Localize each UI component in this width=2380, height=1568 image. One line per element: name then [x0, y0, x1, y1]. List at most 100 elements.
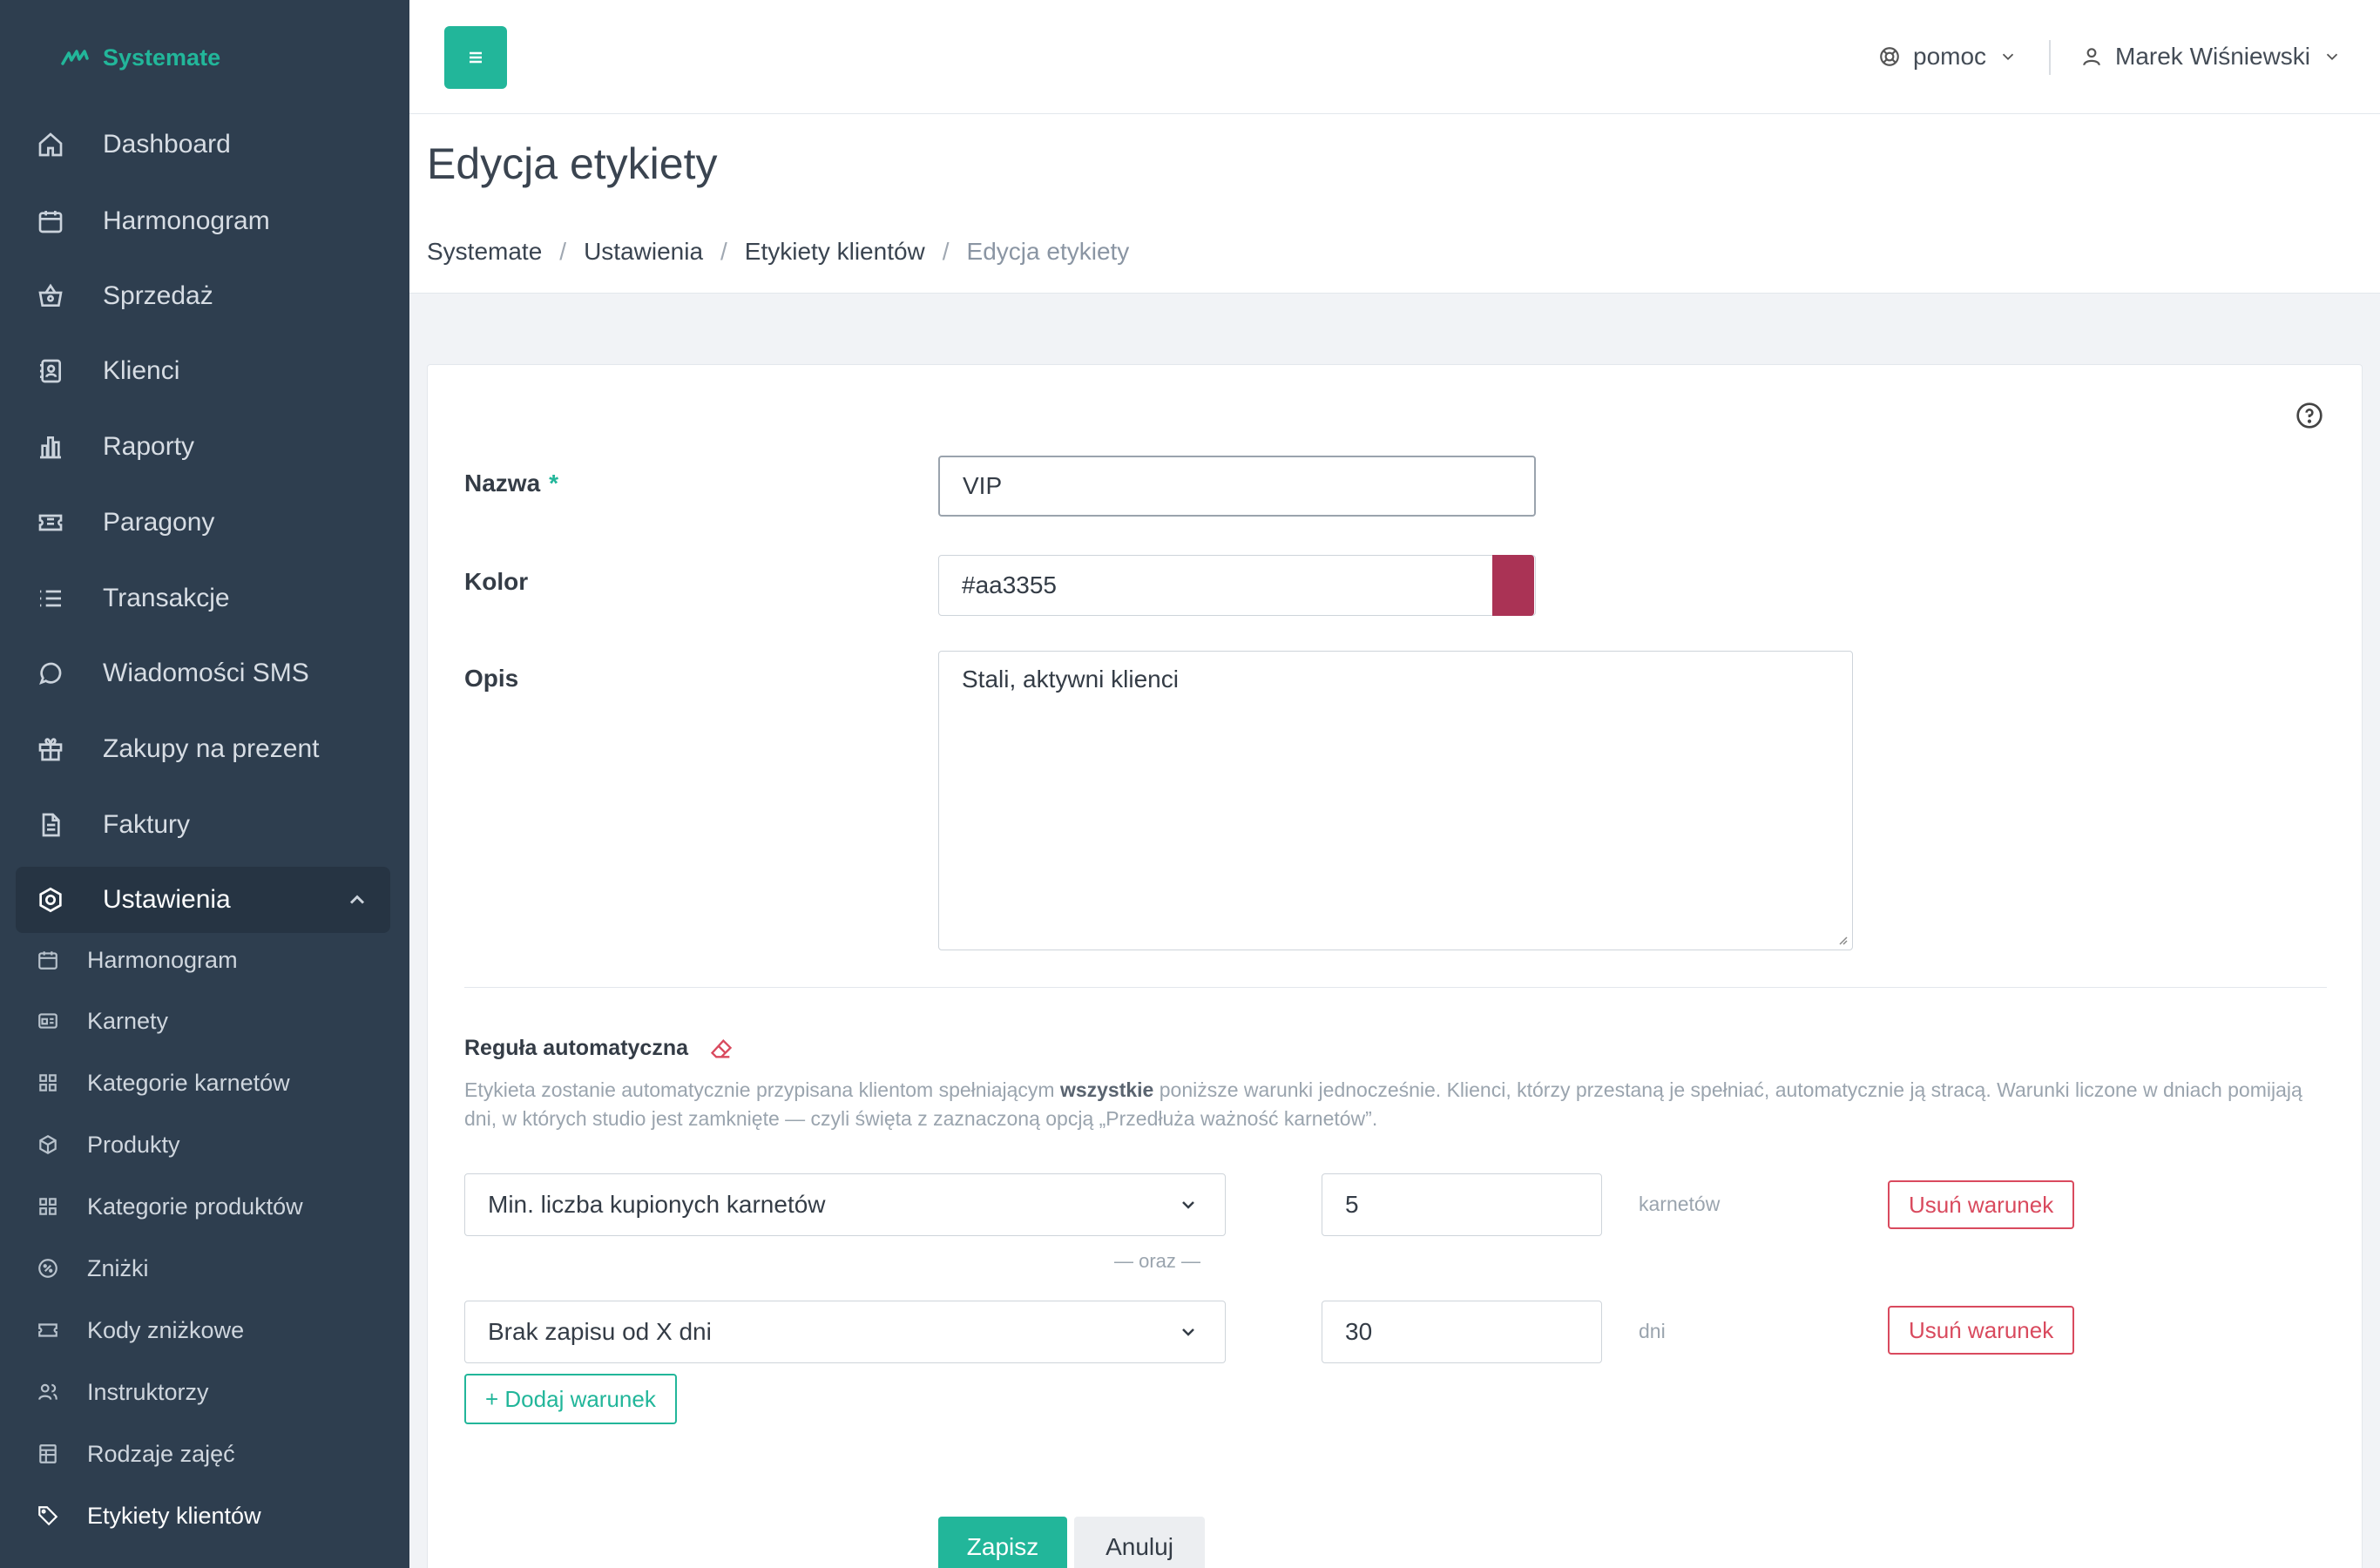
- menu-toggle-button[interactable]: [444, 26, 507, 89]
- sidebar-subitem-rodzaje-zajec[interactable]: Rodzaje zajęć: [16, 1427, 390, 1481]
- sidebar-subitem-label: Kategorie karnetów: [87, 1069, 290, 1096]
- breadcrumb-separator: /: [720, 238, 727, 265]
- page-title: Edycja etykiety: [427, 139, 718, 188]
- sidebar-subitem-label: Etykiety klientów: [87, 1502, 261, 1529]
- grid-icon: [35, 1193, 61, 1220]
- sidebar-item-ustawienia[interactable]: Ustawienia: [16, 867, 390, 933]
- sidebar-subitem-instruktorzy[interactable]: Instruktorzy: [16, 1365, 390, 1419]
- sidebar-item-label: Sprzedaż: [103, 281, 213, 310]
- brand-name: Systemate: [103, 44, 221, 71]
- desc-bold: wszystkie: [1059, 1078, 1154, 1101]
- user-icon: [2083, 48, 2100, 66]
- condition-value-input[interactable]: 5: [1322, 1173, 1602, 1236]
- bar-chart-icon: [35, 431, 66, 463]
- user-menu[interactable]: Marek Wiśniewski: [2080, 35, 2342, 78]
- description-text: Stali, aktywni klienci: [962, 666, 1179, 693]
- sidebar-item-label: Wiadomości SMS: [103, 659, 309, 687]
- grid-icon: [35, 1070, 61, 1096]
- ticket-icon: [35, 507, 66, 538]
- sidebar-item-dashboard[interactable]: Dashboard: [16, 112, 390, 178]
- chevron-down-icon: [2326, 53, 2338, 61]
- sidebar-subitem-etykiety-klientow[interactable]: Etykiety klientów: [16, 1489, 390, 1543]
- gift-icon: [35, 733, 66, 765]
- sidebar-item-label: Faktury: [103, 810, 191, 839]
- auto-rule-title: Reguła automatyczna: [464, 1036, 734, 1061]
- chevron-down-icon: [2002, 53, 2014, 61]
- sidebar-item-harmonogram[interactable]: Harmonogram: [16, 188, 390, 254]
- name-label-text: Nazwa: [464, 470, 541, 497]
- sidebar: Systemate Dashboard Harmonogram Sprzedaż…: [0, 0, 409, 1568]
- cancel-button[interactable]: Anuluj: [1074, 1517, 1205, 1568]
- card-icon: [35, 1008, 61, 1034]
- condition-type-value: Brak zapisu od X dni: [488, 1318, 712, 1345]
- percent-icon: [35, 1255, 61, 1281]
- condition-unit: dni: [1639, 1320, 1666, 1342]
- basket-icon: [35, 280, 66, 312]
- breadcrumb-item[interactable]: Etykiety klientów: [745, 238, 925, 266]
- calendar-icon: [35, 206, 66, 237]
- description-textarea[interactable]: Stali, aktywni klienci: [938, 651, 1853, 950]
- sidebar-subitem-label: Rodzaje zajęć: [87, 1440, 235, 1467]
- settings-icon: [35, 884, 66, 916]
- condition-type-select[interactable]: Min. liczba kupionych karnetów: [464, 1173, 1226, 1236]
- page-header: Edycja etykiety Systemate / Ustawienia /…: [409, 114, 2380, 294]
- question-circle-icon[interactable]: [2295, 402, 2323, 429]
- sidebar-item-label: Transakcje: [103, 584, 230, 612]
- sidebar-item-label: Zakupy na prezent: [103, 734, 320, 763]
- help-label: pomoc: [1913, 43, 1987, 70]
- remove-condition-button[interactable]: Usuń warunek: [1888, 1180, 2075, 1229]
- sidebar-subitem-kategorie-produktow[interactable]: Kategorie produktów: [16, 1179, 390, 1233]
- sidebar-item-paragony[interactable]: Paragony: [16, 490, 390, 556]
- chevron-up-icon[interactable]: [345, 888, 369, 912]
- sidebar-subitem-label: Karnety: [87, 1007, 169, 1034]
- sidebar-item-faktury[interactable]: Faktury: [16, 792, 390, 858]
- resize-grip-icon[interactable]: [1835, 932, 1849, 946]
- sidebar-item-raporty[interactable]: Raporty: [16, 414, 390, 480]
- brand-logo[interactable]: Systemate: [61, 40, 220, 75]
- sidebar-subitem-produkty[interactable]: Produkty: [16, 1118, 390, 1172]
- sidebar-item-label: Paragony: [103, 508, 215, 537]
- home-icon: [35, 129, 66, 160]
- sidebar-subitem-kategorie-karnetow[interactable]: Kategorie karnetów: [16, 1056, 390, 1110]
- divider: [2049, 40, 2051, 75]
- sidebar-item-wiadomosci-sms[interactable]: Wiadomości SMS: [16, 640, 390, 706]
- sidebar-subitem-harmonogram[interactable]: Harmonogram: [16, 933, 390, 987]
- sidebar-subitem-label: Instruktorzy: [87, 1378, 209, 1405]
- color-input[interactable]: #aa3355: [938, 555, 1536, 616]
- save-button[interactable]: Zapisz: [938, 1517, 1067, 1568]
- auto-rule-title-text: Reguła automatyczna: [464, 1036, 689, 1060]
- help-dropdown[interactable]: pomoc: [1878, 35, 2018, 78]
- sidebar-item-label: Dashboard: [103, 130, 231, 159]
- condition-value-input[interactable]: 30: [1322, 1301, 1602, 1363]
- sidebar-item-transakcje[interactable]: Transakcje: [16, 565, 390, 632]
- breadcrumb-item[interactable]: Ustawienia: [584, 238, 703, 266]
- add-condition-button[interactable]: + Dodaj warunek: [464, 1374, 677, 1424]
- sidebar-item-sprzedaz[interactable]: Sprzedaż: [16, 263, 390, 329]
- ticket-icon: [35, 1317, 61, 1343]
- sidebar-item-label: Harmonogram: [103, 206, 270, 235]
- condition-type-select[interactable]: Brak zapisu od X dni: [464, 1301, 1226, 1363]
- condition-unit: karnetów: [1639, 1193, 1721, 1215]
- desc-part: Etykieta zostanie automatycznie przypisa…: [464, 1078, 1060, 1101]
- name-input[interactable]: VIP: [938, 456, 1536, 517]
- eraser-icon[interactable]: [709, 1037, 734, 1061]
- topbar: pomoc Marek Wiśniewski: [409, 0, 2380, 114]
- sidebar-item-zakupy-na-prezent[interactable]: Zakupy na prezent: [16, 716, 390, 782]
- edit-label-card: Nazwa * VIP Kolor #aa3355 Opis Stali, akt…: [427, 364, 2363, 1568]
- and-separator: — oraz —: [1114, 1250, 1201, 1272]
- sidebar-subitem-kody-znizkowe[interactable]: Kody zniżkowe: [16, 1303, 390, 1357]
- name-label: Nazwa *: [464, 470, 558, 497]
- sidebar-subitem-karnety[interactable]: Karnety: [16, 994, 390, 1048]
- logo-icon: [61, 50, 89, 65]
- color-swatch[interactable]: [1492, 555, 1534, 616]
- sidebar-subitem-label: Produkty: [87, 1131, 180, 1158]
- sidebar-subitem-znizki[interactable]: Zniżki: [16, 1241, 390, 1295]
- remove-condition-button[interactable]: Usuń warunek: [1888, 1306, 2075, 1355]
- sidebar-subitem-label: Zniżki: [87, 1254, 149, 1281]
- auto-rule-description: Etykieta zostanie automatycznie przypisa…: [464, 1076, 2329, 1133]
- list-icon: [35, 583, 66, 614]
- sidebar-item-klienci[interactable]: Klienci: [16, 338, 390, 404]
- box-icon: [35, 1132, 61, 1158]
- tag-icon: [35, 1503, 61, 1529]
- breadcrumb-item[interactable]: Systemate: [427, 238, 542, 266]
